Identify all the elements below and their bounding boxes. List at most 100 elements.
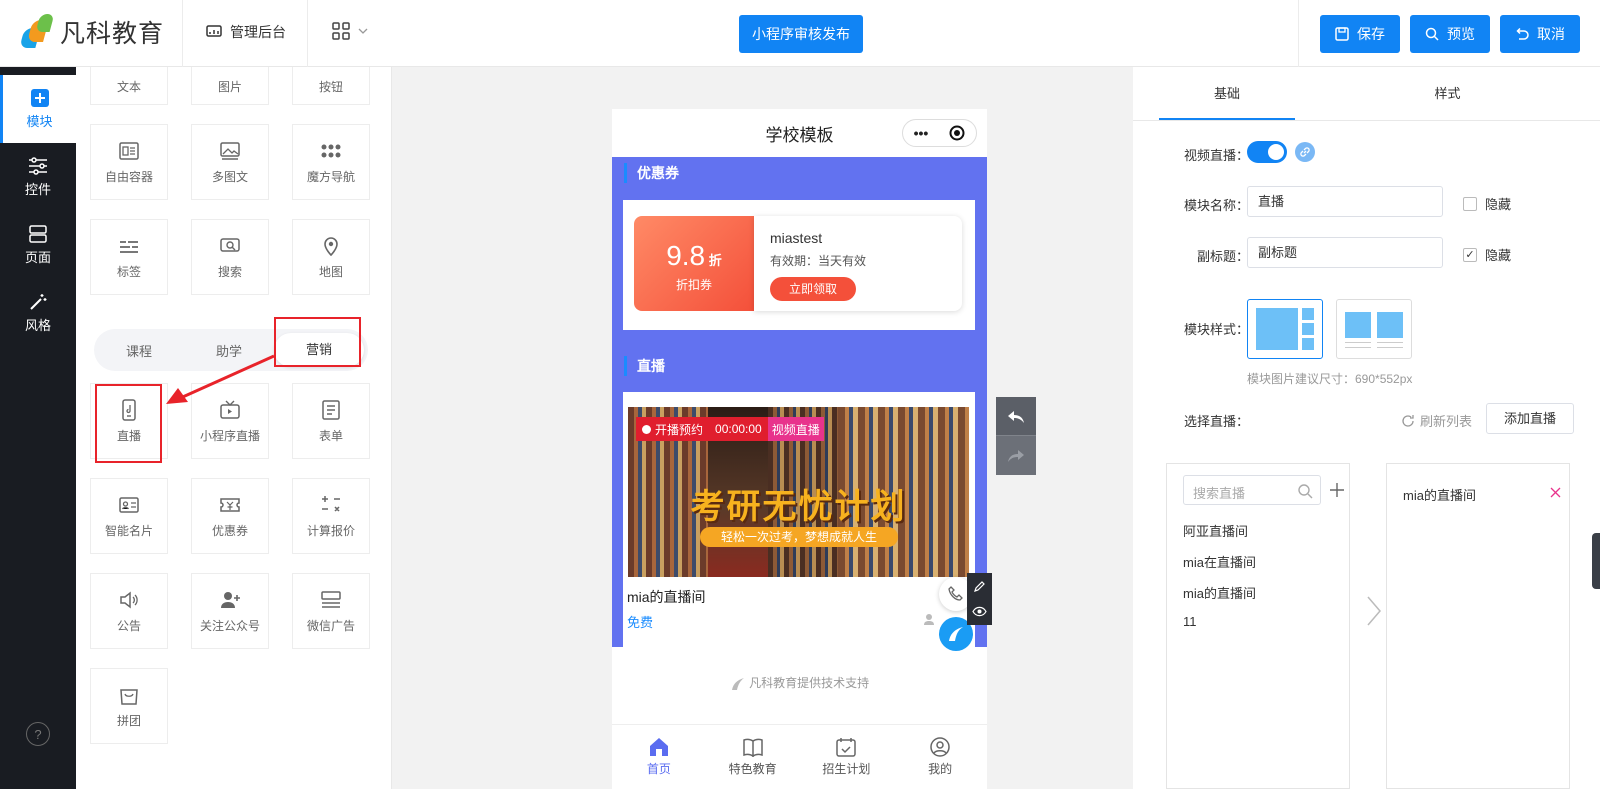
chevron-right-icon[interactable]	[1365, 595, 1383, 627]
widget-follow-account[interactable]: 关注公众号	[191, 573, 269, 649]
brand-mark-icon	[731, 677, 744, 690]
live-list-item[interactable]: 阿亚直播间	[1183, 521, 1248, 540]
coupon-type: 折扣券	[675, 278, 712, 292]
widget-magic-nav[interactable]: 魔方导航	[292, 124, 370, 200]
search-placeholder: 搜索直播	[1193, 486, 1246, 501]
widget-button[interactable]: 按钮	[292, 67, 370, 105]
undo-button[interactable]	[996, 397, 1036, 437]
subtitle-label: 副标题：	[1196, 249, 1249, 264]
claim-button[interactable]: 立即领取	[770, 277, 856, 301]
style-preview-line	[1377, 342, 1403, 343]
live-module[interactable]: 开播预约 00:00:00 视频直播 考研无忧计划 轻松一次过考，梦想成就人生 …	[623, 392, 975, 647]
save-label: 保存	[1357, 26, 1385, 42]
style-option-1[interactable]	[1247, 299, 1323, 359]
selected-live-item: mia的直播间	[1403, 488, 1476, 503]
style-option-2[interactable]	[1336, 299, 1412, 359]
mini-program-capsule[interactable]: •••	[902, 119, 977, 147]
checkbox-label: 隐藏	[1485, 248, 1512, 263]
redo-button[interactable]	[996, 435, 1036, 475]
tabbar-home[interactable]: 首页	[612, 725, 706, 789]
widget-form[interactable]: 表单	[292, 383, 370, 459]
live-list-item[interactable]: mia的直播间	[1183, 583, 1256, 602]
add-icon[interactable]	[1329, 482, 1345, 498]
live-status: 开播预约	[636, 417, 710, 441]
profile-icon	[930, 737, 950, 757]
page-title: 学校模板	[765, 125, 834, 145]
widget-coupon[interactable]: 优惠券	[191, 478, 269, 554]
widget-label: 公告	[116, 618, 141, 633]
module-name-label: 模块名称：	[1183, 198, 1249, 213]
widget-image[interactable]: 图片	[191, 67, 269, 105]
style-preview-line	[1345, 347, 1371, 348]
tabbar-mine[interactable]: 我的	[893, 725, 987, 789]
publish-button[interactable]: 小程序审核发布	[739, 15, 863, 53]
refresh-list-button[interactable]: 刷新列表	[1401, 411, 1472, 430]
calculator-icon	[322, 495, 340, 512]
link-icon[interactable]	[1295, 142, 1315, 162]
top-bar: 凡科教育 管理后台 小程序审核发布 保存 预览 取消	[0, 0, 1600, 67]
live-price: 免费	[627, 615, 654, 630]
page-layout-icon	[29, 224, 47, 243]
id-card-icon	[119, 496, 139, 513]
apps-menu[interactable]	[332, 22, 368, 40]
close-target-icon[interactable]	[949, 125, 965, 141]
widget-wechat-ad[interactable]: 微信广告	[292, 573, 370, 649]
tech-support-footer: 凡科教育提供技术支持	[612, 674, 987, 691]
live-selected-list: mia的直播间	[1386, 463, 1570, 789]
property-panel: 基础 样式 视频直播： 模块名称： 直播 隐藏 副标题： 副标题 ✓ 隐藏 模块样…	[1133, 67, 1600, 789]
coupon-unit: 折	[708, 253, 722, 268]
subtitle-hide-checkbox[interactable]: ✓ 隐藏	[1463, 245, 1511, 264]
add-live-button[interactable]: 添加直播	[1486, 403, 1574, 434]
widget-free-container[interactable]: 自由容器	[90, 124, 168, 200]
widget-label: 自由容器	[104, 169, 153, 184]
help-icon[interactable]: ?	[26, 722, 50, 746]
coupon-module[interactable]: 9.8 折 折扣券 miastest 有效期：当天有效 立即领取	[623, 200, 975, 330]
live-list-item[interactable]: 11	[1183, 614, 1197, 629]
monitor-icon	[206, 25, 222, 37]
live-toggle-switch[interactable]	[1247, 141, 1287, 163]
widget-calculator[interactable]: 计算报价	[292, 478, 370, 554]
widget-map[interactable]: 地图	[292, 219, 370, 295]
module-name-input[interactable]: 直播	[1247, 186, 1443, 217]
nav-item-style[interactable]: 风格	[0, 279, 76, 347]
side-handle[interactable]	[1592, 533, 1600, 589]
widget-smart-card[interactable]: 智能名片	[90, 478, 168, 554]
checkmark-icon: ✓	[1463, 247, 1477, 262]
eye-icon[interactable]	[972, 606, 987, 617]
chevron-down-icon	[358, 28, 368, 34]
nav-item-controls[interactable]: 控件	[0, 143, 76, 211]
widget-text[interactable]: 文本	[90, 67, 168, 105]
widget-label: 优惠券	[211, 523, 248, 538]
widget-multi-image-text[interactable]: 多图文	[191, 124, 269, 200]
live-list-item[interactable]: mia在直播间	[1183, 552, 1256, 571]
coupon-name: miastest	[770, 230, 823, 246]
widget-notice[interactable]: 公告	[90, 573, 168, 649]
admin-link[interactable]: 管理后台	[206, 22, 286, 42]
shopping-bag-icon	[120, 688, 138, 705]
more-icon[interactable]: •••	[914, 125, 929, 141]
calendar-icon	[836, 738, 857, 757]
subtitle-input[interactable]: 副标题	[1247, 237, 1443, 268]
nav-item-modules[interactable]: 模块	[0, 75, 76, 143]
widget-tag[interactable]: 标签	[90, 219, 168, 295]
tab-style[interactable]: 样式	[1295, 67, 1600, 120]
save-button[interactable]: 保存	[1320, 15, 1400, 53]
search-live-input[interactable]: 搜索直播	[1183, 475, 1321, 505]
widget-group-buy[interactable]: 拼团	[90, 668, 168, 744]
brand-mark-icon	[19, 14, 55, 50]
remove-icon[interactable]	[1550, 487, 1561, 498]
coupon-detail: miastest 有效期：当天有效 立即领取	[754, 216, 962, 311]
admin-label: 管理后台	[230, 24, 286, 40]
nav-label: 风格	[24, 317, 51, 333]
tab-basic[interactable]: 基础	[1159, 67, 1295, 120]
preview-button[interactable]: 预览	[1410, 15, 1490, 53]
tabbar-enroll[interactable]: 招生计划	[800, 725, 894, 789]
cover-subslogan: 轻松一次过考，梦想成就人生	[700, 527, 898, 547]
nav-item-pages[interactable]: 页面	[0, 211, 76, 279]
module-name-hide-checkbox[interactable]: 隐藏	[1463, 194, 1511, 213]
edit-icon[interactable]	[973, 580, 986, 593]
cancel-button[interactable]: 取消	[1500, 15, 1580, 53]
widget-search[interactable]: 搜索	[191, 219, 269, 295]
tabbar-label: 首页	[646, 762, 671, 776]
tabbar-special[interactable]: 特色教育	[706, 725, 800, 789]
